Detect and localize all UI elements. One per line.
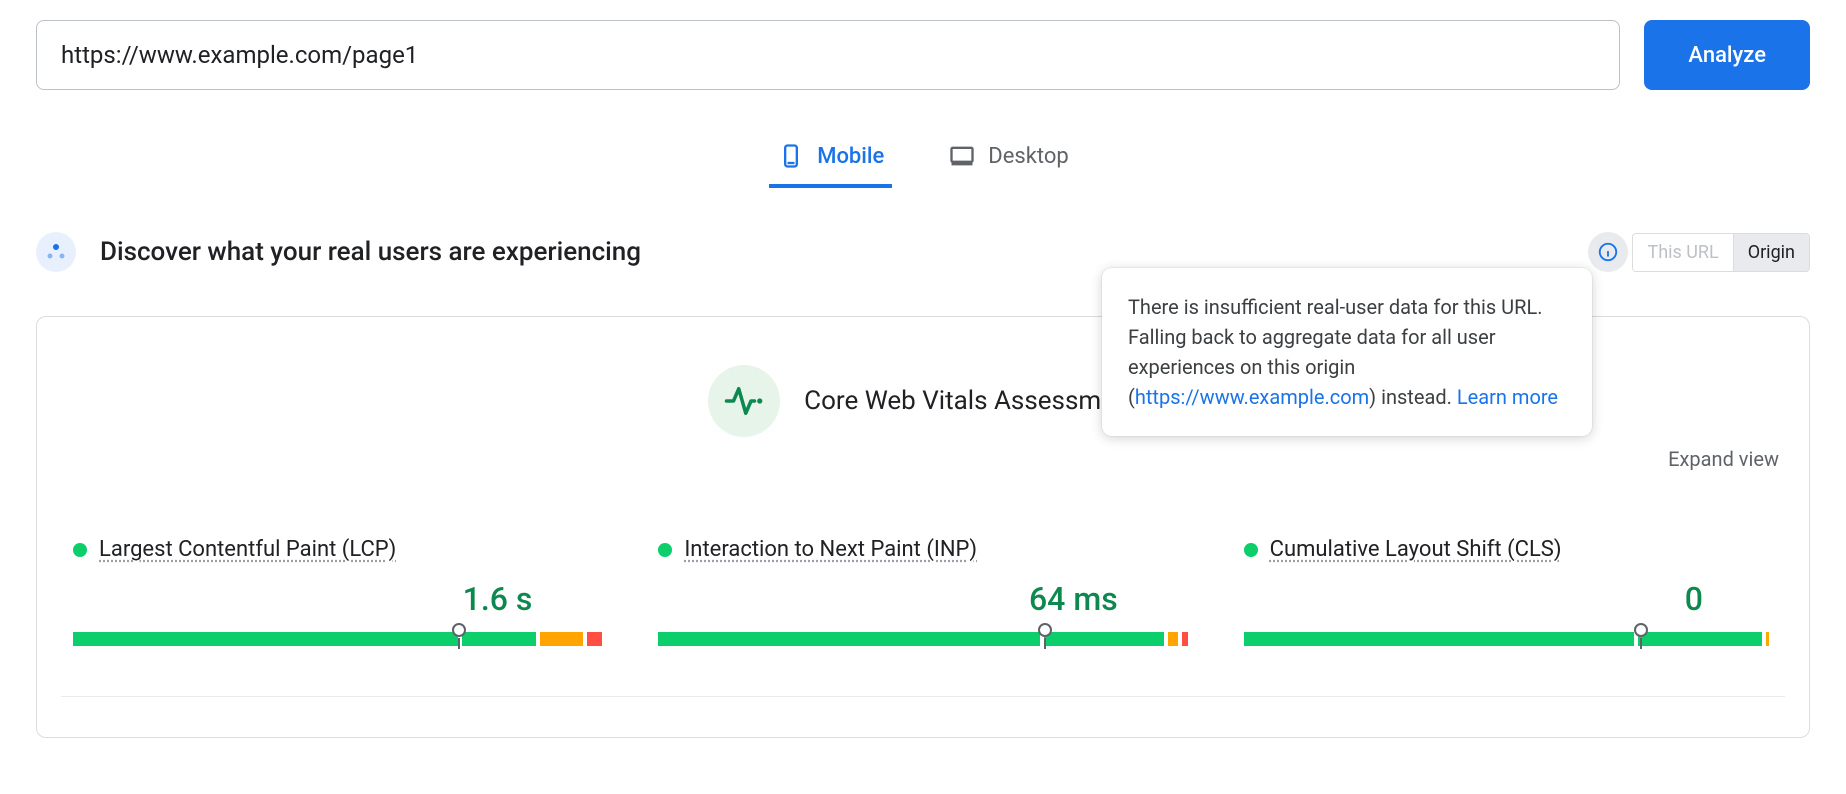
tooltip-text-after: ) instead. (1369, 385, 1457, 409)
bar-segment-needs-improvement (1766, 632, 1769, 646)
status-dot-good-icon (1244, 543, 1258, 557)
info-icon[interactable] (1588, 232, 1628, 272)
analyze-button[interactable]: Analyze (1644, 20, 1810, 90)
insufficient-data-tooltip: There is insufficient real-user data for… (1102, 268, 1592, 436)
tab-mobile[interactable]: Mobile (769, 130, 892, 188)
scope-toggle: This URL Origin (1632, 233, 1810, 272)
metric-cls-value: 0 (1244, 580, 1773, 618)
metric-cls-bar (1244, 632, 1773, 646)
metric-inp-value: 64 ms (658, 580, 1187, 618)
metric-lcp-bar (73, 632, 602, 646)
device-tabs: Mobile Desktop (36, 130, 1810, 188)
bar-segment-poor (1182, 632, 1187, 646)
metric-inp: Interaction to Next Paint (INP) 64 ms (658, 537, 1187, 646)
pulse-icon (708, 365, 780, 437)
metric-inp-bar (658, 632, 1187, 646)
analyze-bar: Analyze (36, 20, 1810, 90)
distribution-marker-icon (1038, 623, 1052, 637)
section-right: This URL Origin (1588, 232, 1810, 272)
bar-segment-good (658, 632, 1039, 646)
metric-lcp-name[interactable]: Largest Contentful Paint (LCP) (99, 537, 396, 562)
bar-segment-needs-improvement (1168, 632, 1178, 646)
assessment-title: Core Web Vitals Assessment (804, 386, 1138, 416)
tab-desktop-label: Desktop (988, 144, 1069, 169)
distribution-marker-icon (452, 623, 466, 637)
bar-segment-good (1244, 632, 1634, 646)
distribution-marker-icon (1634, 623, 1648, 637)
divider (61, 696, 1785, 697)
scope-origin[interactable]: Origin (1733, 234, 1809, 271)
metrics-row: Largest Contentful Paint (LCP) 1.6 s Int… (61, 537, 1785, 646)
bar-segment-good2 (462, 632, 536, 646)
metric-lcp: Largest Contentful Paint (LCP) 1.6 s (73, 537, 602, 646)
metric-inp-name[interactable]: Interaction to Next Paint (INP) (684, 537, 977, 562)
metric-cls-name[interactable]: Cumulative Layout Shift (CLS) (1270, 537, 1562, 562)
metric-lcp-value: 1.6 s (73, 580, 602, 618)
status-dot-good-icon (658, 543, 672, 557)
bar-segment-good (73, 632, 458, 646)
bar-segment-good2 (1638, 632, 1763, 646)
metric-cls: Cumulative Layout Shift (CLS) 0 (1244, 537, 1773, 646)
desktop-icon (948, 142, 976, 170)
bar-segment-poor (587, 632, 603, 646)
tooltip-origin-link[interactable]: https://www.example.com (1135, 385, 1369, 409)
bar-segment-good2 (1044, 632, 1164, 646)
crux-icon (36, 232, 76, 272)
mobile-icon (777, 142, 805, 170)
url-input[interactable] (36, 20, 1620, 90)
tab-mobile-label: Mobile (817, 144, 884, 169)
bar-segment-needs-improvement (540, 632, 582, 646)
tab-desktop[interactable]: Desktop (940, 130, 1077, 188)
scope-this-url: This URL (1633, 234, 1732, 271)
section-header: Discover what your real users are experi… (36, 232, 1810, 272)
expand-view-link[interactable]: Expand view (1668, 447, 1779, 471)
tooltip-learn-more-link[interactable]: Learn more (1457, 385, 1558, 409)
section-left: Discover what your real users are experi… (36, 232, 641, 272)
status-dot-good-icon (73, 543, 87, 557)
section-title: Discover what your real users are experi… (100, 237, 641, 267)
